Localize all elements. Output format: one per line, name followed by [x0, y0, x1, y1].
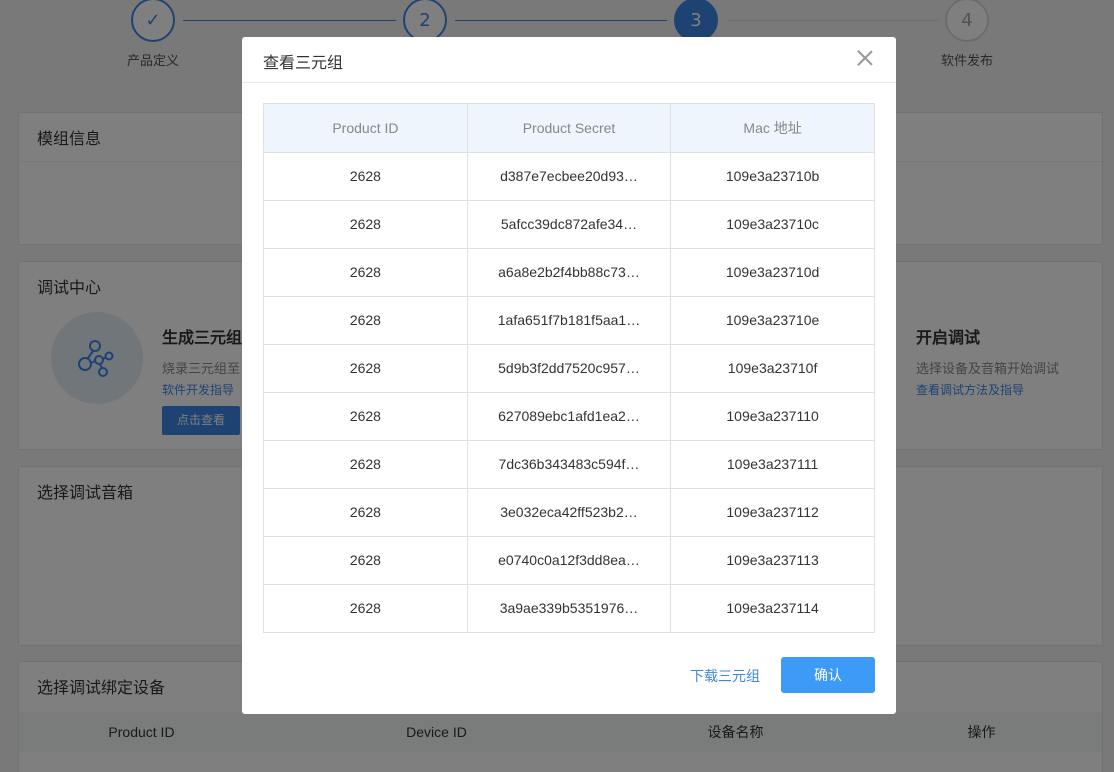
product-secret-cell: 3e032eca42ff523b2…: [467, 488, 672, 537]
table-row: 2628 e0740c0a12f3dd8ea… 109e3a237113: [264, 536, 874, 585]
mac-address-cell: 109e3a23710f: [670, 344, 874, 393]
modal-footer: 下载三元组 确认: [242, 657, 896, 693]
product-secret-cell: 5afcc39dc872afe34…: [467, 200, 672, 249]
modal-title: 查看三元组: [263, 55, 344, 72]
product-id-cell: 2628: [264, 440, 468, 489]
column-header: Product Secret: [467, 104, 672, 153]
triple-table: Product ID Product Secret Mac 地址 2628 d3…: [263, 103, 875, 633]
product-secret-cell: 5d9b3f2dd7520c957…: [467, 344, 672, 393]
download-triple-link[interactable]: 下载三元组: [690, 666, 760, 686]
table-row: 2628 5afcc39dc872afe34… 109e3a23710c: [264, 200, 874, 249]
column-header: Mac 地址: [670, 104, 874, 153]
table-row: 2628 627089ebc1afd1ea2… 109e3a237110: [264, 392, 874, 441]
table-row: 2628 7dc36b343483c594f… 109e3a237111: [264, 440, 874, 489]
mac-address-cell: 109e3a237111: [670, 440, 874, 489]
table-row: 2628 3a9ae339b5351976… 109e3a237114: [264, 584, 874, 632]
table-row: 2628 a6a8e2b2f4bb88c73… 109e3a23710d: [264, 248, 874, 297]
product-id-cell: 2628: [264, 152, 468, 201]
confirm-button[interactable]: 确认: [781, 657, 875, 693]
product-secret-cell: 627089ebc1afd1ea2…: [467, 392, 672, 441]
mac-address-cell: 109e3a237114: [726, 600, 819, 617]
product-secret-cell: a6a8e2b2f4bb88c73…: [467, 248, 672, 297]
mac-address-cell: 109e3a23710c: [670, 200, 874, 249]
table-row: 2628 d387e7ecbee20d93… 109e3a23710b: [264, 152, 874, 201]
table-row: 2628 3e032eca42ff523b2… 109e3a237112: [264, 488, 874, 537]
mac-address-cell: 109e3a23710e: [670, 296, 874, 345]
product-id-cell: 2628: [264, 584, 468, 632]
product-id-cell: 2628: [264, 392, 468, 441]
table-header-row: Product ID Product Secret Mac 地址: [264, 104, 874, 153]
mac-address-cell: 109e3a23710b: [670, 152, 874, 201]
product-id-cell: 2628: [264, 248, 468, 297]
product-id-cell: 2628: [264, 296, 468, 345]
mac-address-cell: 109e3a23710d: [670, 248, 874, 297]
product-secret-cell: 3a9ae339b5351976…: [467, 584, 672, 632]
table-row: 2628 5d9b3f2dd7520c957… 109e3a23710f: [264, 344, 874, 393]
mac-address-cell: 109e3a237113: [670, 536, 874, 585]
product-secret-cell: d387e7ecbee20d93…: [467, 152, 672, 201]
product-secret-cell: 1afa651f7b181f5aa1…: [467, 296, 672, 345]
column-header: Product ID: [264, 104, 468, 153]
close-icon[interactable]: [856, 49, 874, 67]
product-id-cell: 2628: [264, 536, 468, 585]
product-id-cell: 2628: [264, 344, 468, 393]
product-secret-cell: 7dc36b343483c594f…: [467, 440, 672, 489]
view-triple-modal: 查看三元组 Product ID Product Secret Mac 地址 2…: [242, 37, 896, 714]
mac-address-cell: 109e3a237110: [670, 392, 874, 441]
table-row: 2628 1afa651f7b181f5aa1… 109e3a23710e: [264, 296, 874, 345]
product-secret-cell: e0740c0a12f3dd8ea…: [467, 536, 672, 585]
product-id-cell: 2628: [264, 200, 468, 249]
modal-header: 查看三元组: [242, 37, 896, 83]
mac-address-cell: 109e3a237112: [670, 488, 874, 537]
product-id-cell: 2628: [264, 488, 468, 537]
